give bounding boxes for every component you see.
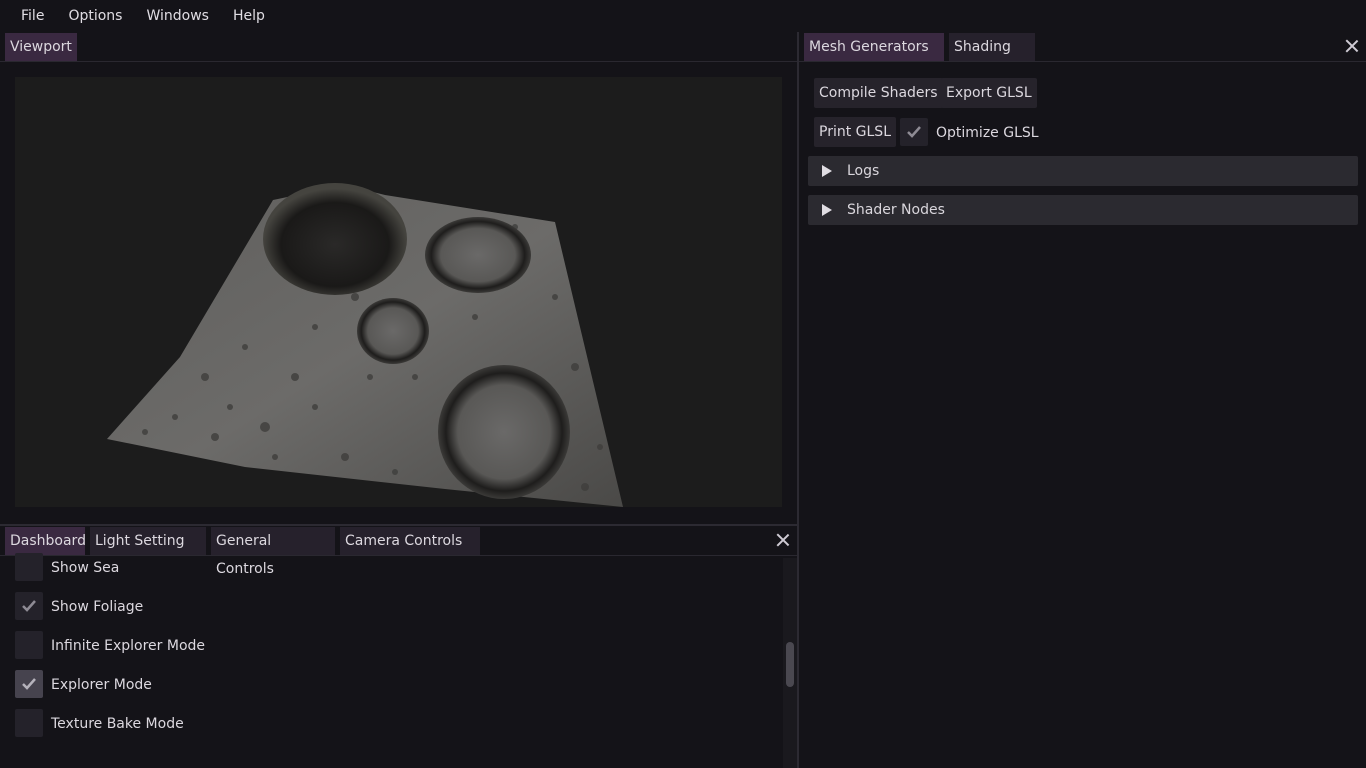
crater-large [263, 183, 407, 295]
crater-lower [438, 365, 570, 499]
tab-viewport[interactable]: Viewport [5, 33, 77, 61]
viewport-tabbar: Viewport [0, 32, 797, 62]
logs-section-label: Logs [847, 163, 880, 179]
optimize-glsl-label: Optimize GLSL [936, 125, 1039, 141]
check-icon [22, 678, 36, 690]
show-foliage-label: Show Foliage [51, 599, 144, 615]
show-sea-checkbox[interactable] [15, 553, 43, 581]
logs-section-header[interactable]: Logs [808, 156, 1358, 186]
explorer-mode-checkbox[interactable] [15, 670, 43, 698]
expand-arrow-icon [822, 165, 832, 177]
crater-small [357, 298, 429, 364]
viewport-canvas[interactable] [15, 77, 782, 507]
menu-help[interactable]: Help [221, 0, 277, 32]
optimize-glsl-checkbox[interactable] [900, 118, 928, 146]
texture-bake-mode-checkbox[interactable] [15, 709, 43, 737]
infinite-explorer-mode-checkbox[interactable] [15, 631, 43, 659]
show-foliage-checkbox[interactable] [15, 592, 43, 620]
close-icon[interactable] [775, 532, 791, 548]
menu-bar: File Options Windows Help [0, 0, 1366, 32]
infinite-explorer-mode-label: Infinite Explorer Mode [51, 638, 206, 654]
tab-camera-controls[interactable]: Camera Controls [340, 527, 480, 555]
menu-windows[interactable]: Windows [134, 0, 221, 32]
crater-upper-right [425, 217, 531, 293]
texture-bake-mode-label: Texture Bake Mode [51, 716, 184, 732]
compile-shaders-button[interactable]: Compile Shaders [814, 78, 943, 108]
dashboard-scrollbar-thumb[interactable] [786, 642, 794, 687]
check-icon [907, 126, 921, 138]
print-glsl-button[interactable]: Print GLSL [814, 117, 896, 147]
expand-arrow-icon [822, 204, 832, 216]
menu-file[interactable]: File [9, 0, 56, 32]
tab-light-setting[interactable]: Light Setting [90, 527, 206, 555]
tab-mesh-generators[interactable]: Mesh Generators [804, 33, 944, 61]
shader-nodes-section-header[interactable]: Shader Nodes [808, 195, 1358, 225]
viewport-panel: Viewport [0, 32, 797, 525]
close-icon[interactable] [1344, 38, 1360, 54]
terrain-render [107, 183, 623, 507]
menu-options[interactable]: Options [56, 0, 134, 32]
shader-nodes-section-label: Shader Nodes [847, 202, 945, 218]
dashboard-tabbar: Dashboard Light Setting General Controls… [0, 526, 797, 577]
tab-shading[interactable]: Shading [949, 33, 1035, 61]
tab-general-controls[interactable]: General Controls [211, 527, 335, 577]
tab-dashboard[interactable]: Dashboard [5, 527, 86, 555]
export-glsl-button[interactable]: Export GLSL [941, 78, 1037, 108]
shader-tabbar: Mesh Generators Shading [799, 32, 1366, 62]
show-sea-label: Show Sea [51, 560, 120, 576]
explorer-mode-label: Explorer Mode [51, 677, 152, 693]
check-icon [22, 600, 36, 612]
